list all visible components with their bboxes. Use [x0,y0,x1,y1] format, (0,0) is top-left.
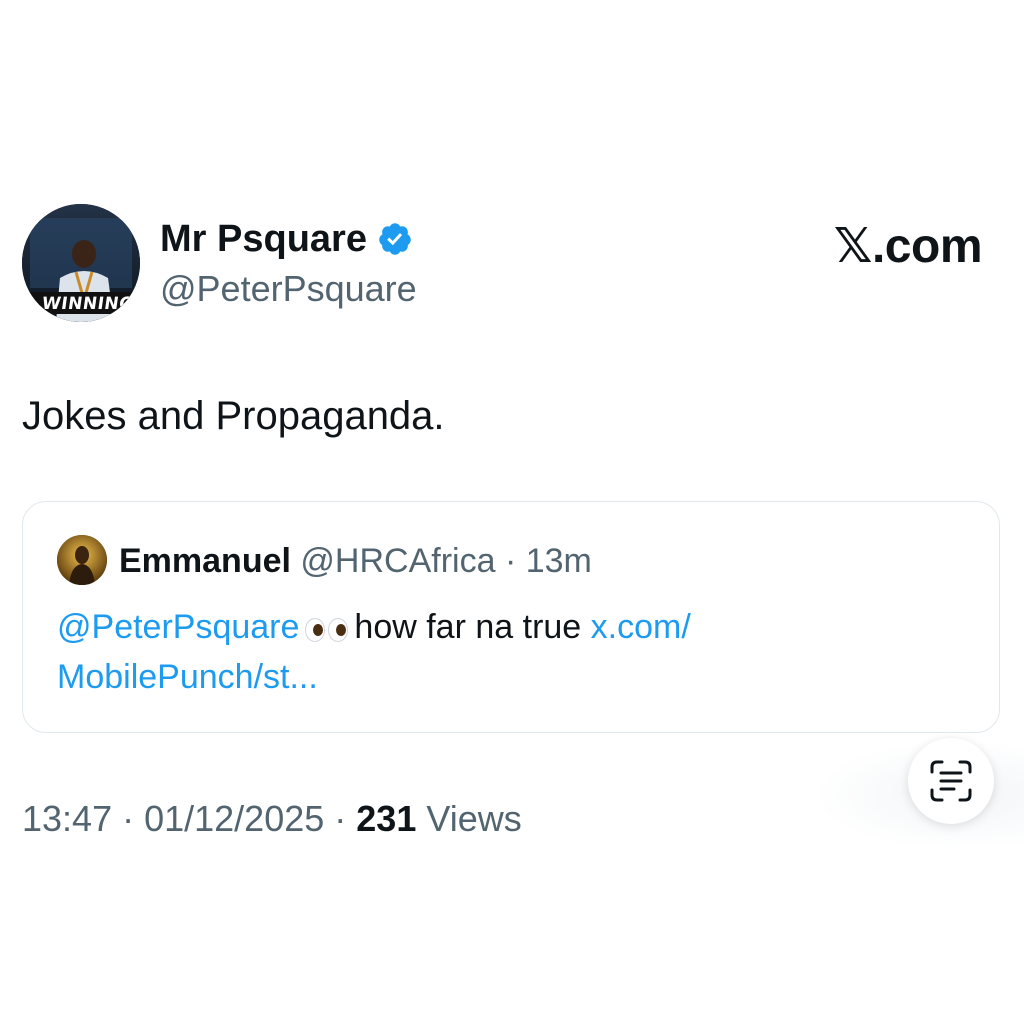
verified-badge-icon [379,223,411,255]
quote-body: @PeterPsquare how far na true x.com/Mobil… [57,602,957,702]
views-label: Views [416,798,522,839]
tweet-time[interactable]: 13:47 [22,798,112,839]
avatar-caption: WINNING [40,294,135,314]
quote-mention-link[interactable]: @PeterPsquare [57,608,299,646]
quoted-tweet[interactable]: Emmanuel @HRCAfrica · 13m @PeterPsquare h… [22,501,1000,733]
eyes-emoji-icon [305,618,349,642]
tweet-meta: 13:47 · 01/12/2025 · 231 Views [22,796,522,842]
quote-author-handle[interactable]: @HRCAfrica [300,542,495,580]
quote-avatar-photo [57,535,107,585]
author-name[interactable]: Mr Psquare [160,216,367,262]
author-avatar[interactable]: WINNING [22,204,140,322]
views-count: 231 [356,798,417,839]
quote-header: Emmanuel @HRCAfrica · 13m [119,538,592,584]
tweet-card: WINNING Mr Psquare @PeterPsquare 𝕏.com J… [0,0,1024,1024]
quote-text: how far na true [354,608,582,646]
tweet-date[interactable]: 01/12/2025 [144,798,324,839]
author-name-row: Mr Psquare [160,216,413,262]
text-scan-icon [930,760,972,802]
author-handle[interactable]: @PeterPsquare [160,266,417,312]
quote-author-avatar[interactable] [57,535,107,585]
text-scan-button[interactable] [908,738,994,824]
brand-logo: 𝕏.com [833,218,983,275]
x-logo-icon: 𝕏 [833,218,873,274]
quote-author-name[interactable]: Emmanuel [119,542,291,580]
quote-separator: · [495,542,526,580]
meta-separator: · [324,798,357,839]
quote-time[interactable]: 13m [526,542,592,580]
meta-separator: · [112,798,145,839]
tweet-text: Jokes and Propaganda. [22,394,445,438]
brand-suffix: .com [871,220,983,273]
